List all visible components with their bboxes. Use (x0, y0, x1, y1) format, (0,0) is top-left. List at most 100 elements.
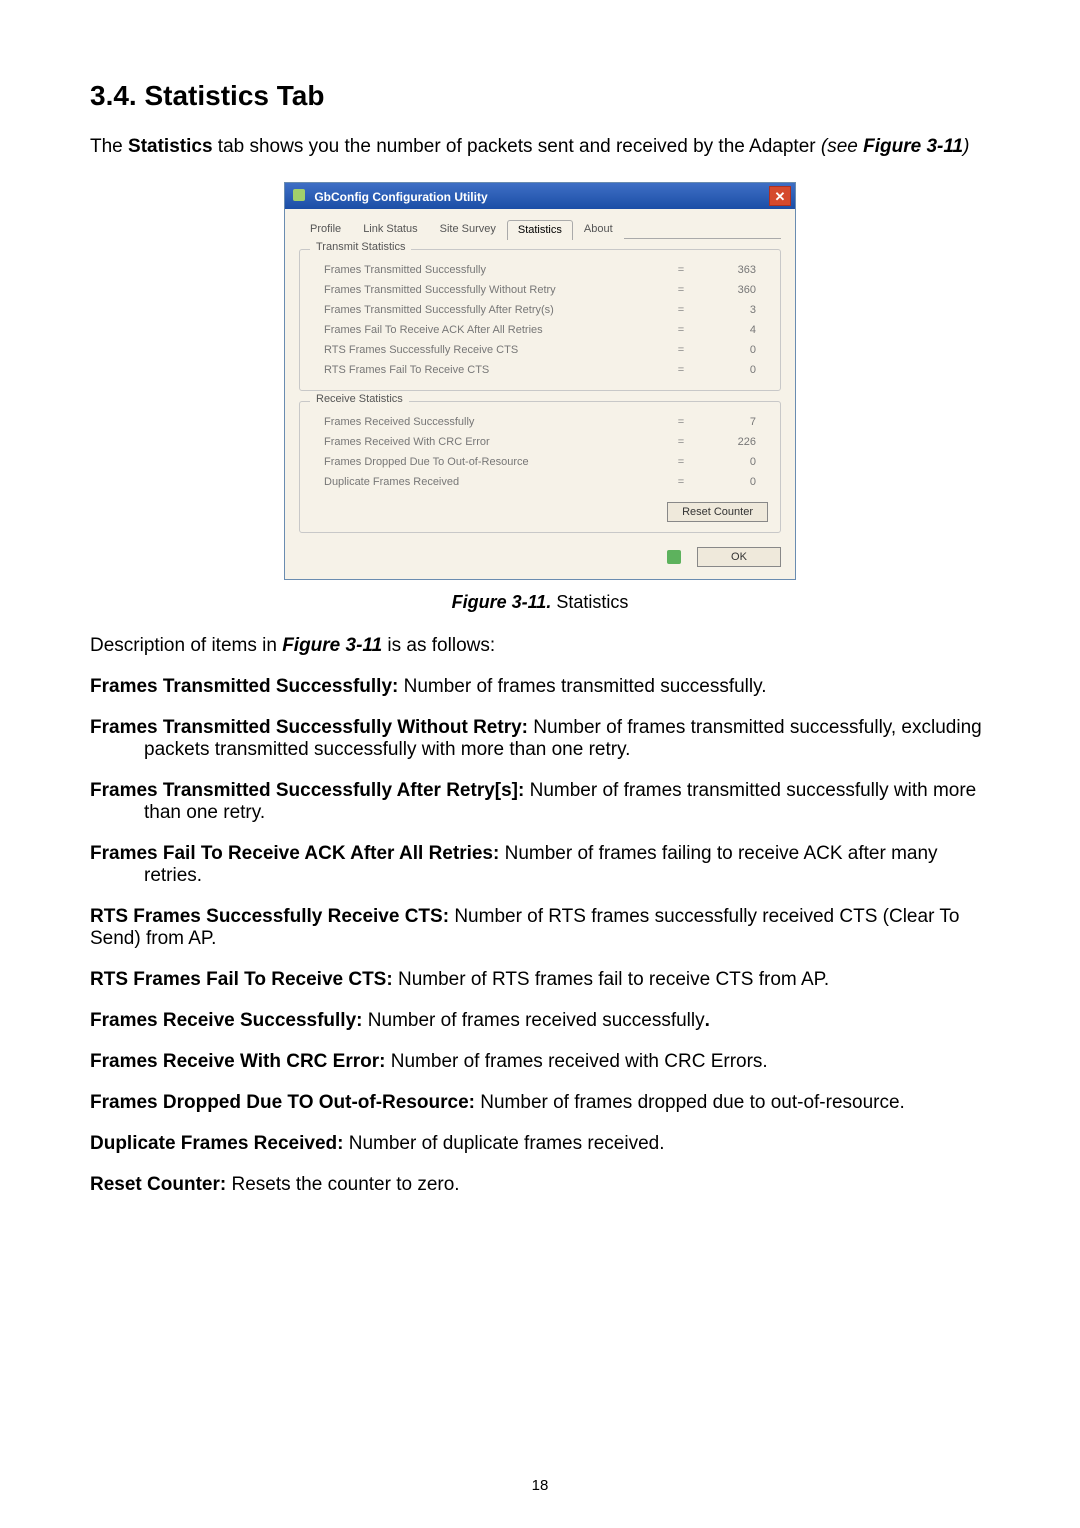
definition-item: Frames Receive Successfully: Number of f… (90, 1010, 990, 1032)
ok-button[interactable]: OK (697, 547, 781, 567)
transmit-legend: Transmit Statistics (310, 241, 411, 253)
definition-item: Duplicate Frames Received: Number of dup… (90, 1133, 990, 1155)
page-number: 18 (0, 1477, 1080, 1494)
tab-site-survey[interactable]: Site Survey (429, 219, 507, 239)
definition-item: RTS Frames Successfully Receive CTS: Num… (90, 906, 990, 950)
stat-row: RTS Frames Successfully Receive CTS = 0 (312, 340, 768, 360)
stat-label: Frames Fail To Receive ACK After All Ret… (314, 324, 666, 336)
close-button[interactable]: ✕ (769, 186, 791, 206)
definition-body: Number of frames transmitted successfull… (398, 676, 766, 697)
definition-item: Frames Transmitted Successfully After Re… (90, 780, 990, 824)
definition-term: Frames Receive Successfully: (90, 1010, 363, 1031)
intro-pre: The (90, 136, 128, 157)
stat-label: Frames Received With CRC Error (314, 436, 666, 448)
stat-row: Frames Received With CRC Error = 226 (312, 432, 768, 452)
dialog-body: Profile Link Status Site Survey Statisti… (285, 209, 795, 579)
intro-tail-close: ) (963, 136, 969, 157)
stat-row: Duplicate Frames Received = 0 (312, 472, 768, 492)
stat-row: Frames Transmitted Successfully Without … (312, 280, 768, 300)
stat-label: Frames Received Successfully (314, 416, 666, 428)
stat-value: 0 (696, 456, 766, 468)
definition-item: Frames Transmitted Successfully Without … (90, 717, 990, 761)
definition-term: Frames Dropped Due TO Out-of-Resource: (90, 1092, 475, 1113)
definition-item: Frames Fail To Receive ACK After All Ret… (90, 843, 990, 887)
definition-bold-period: . (705, 1010, 710, 1031)
stat-eq: = (666, 416, 696, 428)
receive-group: Receive Statistics Frames Received Succe… (299, 401, 781, 533)
titlebar-left: GbConfig Configuration Utility (293, 189, 488, 204)
reset-counter-button[interactable]: Reset Counter (667, 502, 768, 522)
definition-term: RTS Frames Successfully Receive CTS: (90, 906, 449, 927)
desc-fig: Figure 3-11 (282, 635, 382, 656)
stat-label: Frames Transmitted Successfully (314, 264, 666, 276)
definition-body: Number of duplicate frames received. (343, 1133, 664, 1154)
definition-item: Frames Transmitted Successfully: Number … (90, 676, 990, 698)
definitions-list: Frames Transmitted Successfully: Number … (90, 676, 990, 1196)
stat-value: 0 (696, 476, 766, 488)
stat-row: Frames Dropped Due To Out-of-Resource = … (312, 452, 768, 472)
stat-value: 0 (696, 344, 766, 356)
definition-body: Number of frames received successfully (363, 1010, 705, 1031)
stat-value: 363 (696, 264, 766, 276)
tab-about[interactable]: About (573, 219, 624, 239)
intro-mid: tab shows you the number of packets sent… (213, 136, 821, 157)
stat-eq: = (666, 364, 696, 376)
stat-label: Frames Dropped Due To Out-of-Resource (314, 456, 666, 468)
stat-eq: = (666, 436, 696, 448)
stat-value: 3 (696, 304, 766, 316)
stat-value: 226 (696, 436, 766, 448)
intro-bold: Statistics (128, 136, 212, 157)
tab-spacer (624, 219, 781, 239)
definition-body: Number of frames dropped due to out-of-r… (475, 1092, 905, 1113)
titlebar: GbConfig Configuration Utility ✕ (285, 183, 795, 209)
definition-body: Resets the counter to zero. (226, 1174, 459, 1195)
stat-eq: = (666, 476, 696, 488)
definition-term: Frames Fail To Receive ACK After All Ret… (90, 843, 499, 864)
stat-row: Frames Fail To Receive ACK After All Ret… (312, 320, 768, 340)
stat-row: RTS Frames Fail To Receive CTS = 0 (312, 360, 768, 380)
description-intro: Description of items in Figure 3-11 is a… (90, 635, 990, 657)
figure-number: Figure 3-11. (452, 592, 552, 612)
stat-value: 0 (696, 364, 766, 376)
intro-tail-fig: Figure 3-11 (863, 136, 963, 157)
stat-value: 7 (696, 416, 766, 428)
transmit-group: Transmit Statistics Frames Transmitted S… (299, 249, 781, 391)
stat-row: Frames Transmitted Successfully = 363 (312, 260, 768, 280)
stat-eq: = (666, 284, 696, 296)
definition-body: Number of frames received with CRC Error… (385, 1051, 767, 1072)
figure-text: Statistics (551, 592, 628, 612)
stat-row: Frames Transmitted Successfully After Re… (312, 300, 768, 320)
stat-label: Duplicate Frames Received (314, 476, 666, 488)
definition-term: Frames Transmitted Successfully Without … (90, 717, 528, 738)
definition-item: RTS Frames Fail To Receive CTS: Number o… (90, 969, 990, 991)
intro-paragraph: The Statistics tab shows you the number … (90, 136, 990, 158)
stat-label: Frames Transmitted Successfully Without … (314, 284, 666, 296)
definition-term: Duplicate Frames Received: (90, 1133, 343, 1154)
stat-label: Frames Transmitted Successfully After Re… (314, 304, 666, 316)
tabs: Profile Link Status Site Survey Statisti… (299, 219, 781, 239)
definition-term: Reset Counter: (90, 1174, 226, 1195)
tab-link-status[interactable]: Link Status (352, 219, 428, 239)
connection-icon (667, 550, 681, 564)
intro-tail-open: (see (821, 136, 863, 157)
window-title: GbConfig Configuration Utility (314, 190, 487, 204)
stat-eq: = (666, 324, 696, 336)
stat-eq: = (666, 456, 696, 468)
figure-caption: Figure 3-11. Statistics (90, 592, 990, 613)
definition-term: Frames Transmitted Successfully After Re… (90, 780, 524, 801)
stat-eq: = (666, 344, 696, 356)
stat-eq: = (666, 264, 696, 276)
stat-row: Frames Received Successfully = 7 (312, 412, 768, 432)
stat-value: 4 (696, 324, 766, 336)
definition-body: Number of RTS frames fail to receive CTS… (393, 969, 829, 990)
stat-eq: = (666, 304, 696, 316)
definition-item: Reset Counter: Resets the counter to zer… (90, 1174, 990, 1196)
definition-term: Frames Receive With CRC Error: (90, 1051, 385, 1072)
config-dialog: GbConfig Configuration Utility ✕ Profile… (284, 182, 796, 580)
definition-term: Frames Transmitted Successfully: (90, 676, 398, 697)
button-row: Reset Counter (312, 502, 768, 522)
stat-label: RTS Frames Fail To Receive CTS (314, 364, 666, 376)
close-icon: ✕ (775, 190, 786, 203)
tab-statistics[interactable]: Statistics (507, 220, 573, 240)
tab-profile[interactable]: Profile (299, 219, 352, 239)
